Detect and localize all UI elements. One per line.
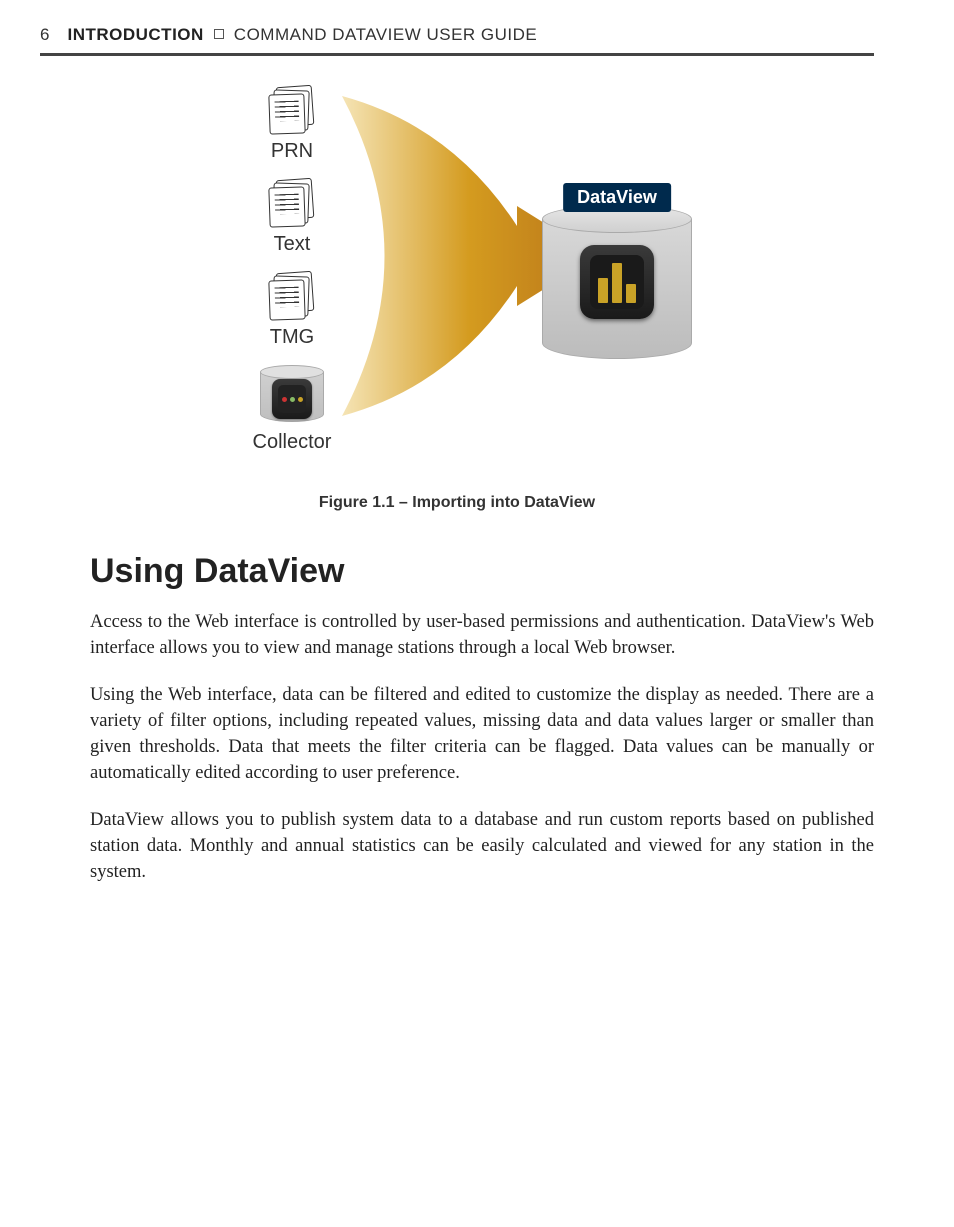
source-label-collector: Collector xyxy=(253,431,332,454)
chart-chip-icon xyxy=(580,245,654,319)
section-heading: Using DataView xyxy=(40,552,874,591)
page-number: 6 xyxy=(40,25,49,45)
figure-diagram: PRN Text TMG Collector DataView xyxy=(217,86,697,486)
paragraph: DataView allows you to publish system da… xyxy=(90,807,874,886)
dataview-target: DataView xyxy=(542,191,692,365)
header-separator-icon xyxy=(214,29,224,39)
header-doc-title: COMMAND DATAVIEW USER GUIDE xyxy=(234,25,537,44)
source-label-text: Text xyxy=(274,233,311,256)
figure-caption: Figure 1.1 – Importing into DataView xyxy=(319,494,595,512)
sources-column: PRN Text TMG Collector xyxy=(227,86,357,464)
document-stack-icon xyxy=(265,86,320,136)
paragraph: Access to the Web interface is controlle… xyxy=(90,609,874,662)
dataview-badge: DataView xyxy=(563,183,671,212)
page-header: 6 INTRODUCTION COMMAND DATAVIEW USER GUI… xyxy=(40,25,874,56)
database-icon xyxy=(542,205,692,365)
source-label-prn: PRN xyxy=(271,140,313,163)
document-stack-icon xyxy=(265,179,320,229)
document-stack-icon xyxy=(265,272,320,322)
paragraph: Using the Web interface, data can be fil… xyxy=(90,682,874,787)
body-text: Access to the Web interface is controlle… xyxy=(40,609,874,885)
figure-container: PRN Text TMG Collector DataView xyxy=(40,86,874,512)
collector-icon xyxy=(260,365,324,427)
header-section: INTRODUCTION xyxy=(67,25,203,44)
source-label-tmg: TMG xyxy=(270,326,314,349)
